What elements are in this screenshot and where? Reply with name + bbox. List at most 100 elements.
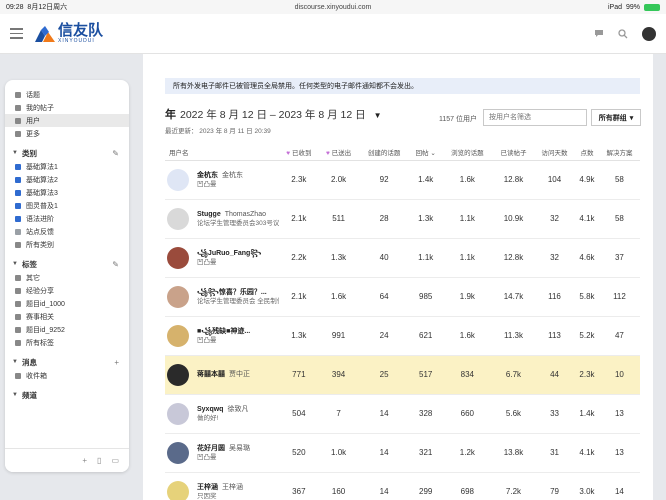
users-icon xyxy=(15,117,21,124)
stat-cell: 32 xyxy=(534,199,576,239)
user-cell: ■꧁残缺■神迹... 凹凸曼 xyxy=(165,316,279,356)
all-groups-dropdown[interactable]: 所有群组 ▾ xyxy=(591,109,641,126)
stat-cell: 113 xyxy=(534,316,576,356)
user-avatar[interactable] xyxy=(167,246,189,269)
sidebar-item-topics[interactable]: 话题 xyxy=(5,88,129,101)
sidebar-item-tag[interactable]: 题目id_9252 xyxy=(5,323,129,336)
sidebar-item-users[interactable]: 用户 xyxy=(5,114,129,127)
new-message-icon[interactable]: + xyxy=(114,358,119,367)
col-days-visited[interactable]: 访问天数 xyxy=(534,144,576,161)
more-icon xyxy=(15,130,21,137)
stat-cell: 5.8k xyxy=(575,277,599,317)
username-link[interactable]: ꧁꧂惊喜？乐园？... xyxy=(197,289,267,296)
stat-cell: 14 xyxy=(358,433,410,473)
sidebar-section-categories[interactable]: ▼ 类别 ✎ xyxy=(5,146,129,160)
site-logo[interactable]: 信友队 XINYOUDUI xyxy=(35,23,103,44)
stat-cell: 33 xyxy=(534,394,576,434)
period-selector[interactable]: 年 2022 年 8 月 12 日 – 2023 年 8 月 12 日 ▼ xyxy=(165,106,382,122)
stat-cell: 2.1k xyxy=(279,199,319,239)
stat-cell: 14 xyxy=(358,394,410,434)
sidebar-item-category[interactable]: 基础算法2 xyxy=(5,173,129,186)
username-link[interactable]: ■꧁残缺■神迹... xyxy=(197,328,250,335)
stat-cell: 44 xyxy=(534,355,576,395)
stat-cell: 24 xyxy=(358,316,410,356)
stat-cell: 14 xyxy=(598,472,640,500)
sidebar-item-more[interactable]: 更多 xyxy=(5,127,129,140)
status-bar: 09:28 8月12日周六 discourse.xinyoudui.com iP… xyxy=(0,0,666,14)
sidebar-section-tags[interactable]: ▼ 标签 ✎ xyxy=(5,257,129,271)
add-icon[interactable]: + xyxy=(82,456,87,465)
username-link[interactable]: Stugge xyxy=(197,211,221,218)
mobile-view-icon[interactable]: ▯ xyxy=(97,456,101,465)
stat-cell: 6.7k xyxy=(492,355,534,395)
email-disabled-banner: 所有外发电子邮件已被管理员全局禁用。任何类型的电子邮件通知都不会发出。 xyxy=(165,78,640,94)
user-avatar[interactable] xyxy=(167,324,189,347)
stat-cell: 7 xyxy=(318,394,359,434)
sidebar-item-category[interactable]: 图灵普及1 xyxy=(5,199,129,212)
caret-down-icon: ▼ xyxy=(373,111,382,120)
keyboard-icon[interactable]: ▭ xyxy=(111,456,119,465)
username-link[interactable]: ꧁JuRuo_Fang꧂ xyxy=(197,250,261,257)
col-received[interactable]: ♥ 已收到 xyxy=(279,144,319,161)
sidebar-item-tag[interactable]: 其它 xyxy=(5,271,129,284)
username-filter-input[interactable] xyxy=(483,109,587,126)
username-link[interactable]: 金杭东 xyxy=(197,172,218,179)
site-header: 信友队 XINYOUDUI xyxy=(0,14,666,54)
sidebar-item-category[interactable]: 站点反馈 xyxy=(5,225,129,238)
main-content: 所有外发电子邮件已被管理员全局禁用。任何类型的电子邮件通知都不会发出。 年 20… xyxy=(143,54,653,500)
col-solutions[interactable]: 解决方案 xyxy=(598,144,640,161)
col-points[interactable]: 点数 xyxy=(575,144,599,161)
user-avatar[interactable] xyxy=(167,402,189,425)
sidebar-item-category[interactable]: 基础算法1 xyxy=(5,160,129,173)
user-avatar[interactable] xyxy=(167,441,189,464)
sidebar-item-tag[interactable]: 经验分享 xyxy=(5,284,129,297)
sidebar-item-category[interactable]: 语法进阶 xyxy=(5,212,129,225)
user-avatar[interactable] xyxy=(642,26,656,41)
sidebar-section-channels[interactable]: ▼ 频道 xyxy=(5,388,129,402)
hamburger-menu-icon[interactable] xyxy=(10,28,23,39)
period-year-label: 年 xyxy=(165,109,176,121)
chat-icon[interactable] xyxy=(594,29,604,38)
col-posts-read[interactable]: 已读帖子 xyxy=(492,144,534,161)
heart-icon: ♥ xyxy=(286,149,291,157)
col-topics-created[interactable]: 创建的话题 xyxy=(358,144,410,161)
col-topics-viewed[interactable]: 浏览的话题 xyxy=(441,144,493,161)
col-replies[interactable]: 回帖 ⌄ xyxy=(409,144,442,161)
stat-cell: 4.6k xyxy=(575,238,599,278)
sidebar-section-messages[interactable]: ▼ 消息 + xyxy=(5,355,129,369)
user-avatar[interactable] xyxy=(167,480,189,500)
username-link[interactable]: 蒋囍本囍 xyxy=(197,371,225,378)
user-cell: 王梓涵 王梓涵 只因奖 xyxy=(165,472,279,500)
stat-cell: 2.0k xyxy=(318,160,359,200)
username-link[interactable]: 花好月圆 xyxy=(197,445,225,452)
edit-tags-icon[interactable]: ✎ xyxy=(112,260,119,269)
sidebar-item-category[interactable]: 基础算法3 xyxy=(5,186,129,199)
sidebar-footer: + ▯ ▭ xyxy=(5,448,129,472)
stat-cell: 12.8k xyxy=(492,238,534,278)
stat-cell: 1.4k xyxy=(575,394,599,434)
stat-cell: 520 xyxy=(279,433,319,473)
username-link[interactable]: Syxqwq xyxy=(197,406,223,413)
sidebar-item-tag[interactable]: 赛事相关 xyxy=(5,310,129,323)
sidebar-item-my-posts[interactable]: 我的帖子 xyxy=(5,101,129,114)
sidebar-item-inbox[interactable]: 收件箱 xyxy=(5,369,129,382)
user-avatar[interactable] xyxy=(167,207,189,230)
sidebar-item-tag[interactable]: 题目id_1000 xyxy=(5,297,129,310)
stat-cell: 299 xyxy=(409,472,442,500)
address-url[interactable]: discourse.xinyoudui.com xyxy=(0,4,666,11)
search-icon[interactable] xyxy=(618,28,628,39)
category-icon xyxy=(15,202,21,209)
sidebar-item-all-categories[interactable]: 所有类别 xyxy=(5,238,129,251)
sidebar-item-all-tags[interactable]: 所有标签 xyxy=(5,336,129,349)
col-username[interactable]: 用户名 xyxy=(165,144,279,161)
col-given[interactable]: ♥ 已送出 xyxy=(318,144,359,161)
user-cell: ꧁꧂惊喜？乐园？...论坛学生管理委员会 全民制作人 xyxy=(165,277,279,317)
real-name: 吴易璐 xyxy=(229,444,250,452)
stat-cell: 64 xyxy=(358,277,410,317)
stat-cell: 1.6k xyxy=(318,277,359,317)
user-avatar[interactable] xyxy=(167,363,189,386)
user-avatar[interactable] xyxy=(167,168,189,191)
user-avatar[interactable] xyxy=(167,285,189,308)
username-link[interactable]: 王梓涵 xyxy=(197,484,218,491)
edit-categories-icon[interactable]: ✎ xyxy=(112,149,119,158)
